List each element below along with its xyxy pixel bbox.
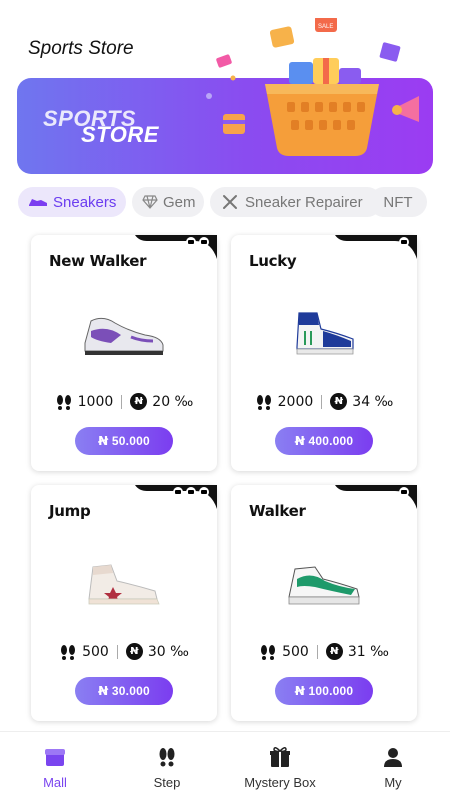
stats-divider: [316, 644, 318, 659]
buy-button[interactable]: Ꞥ 30.000: [75, 677, 173, 705]
product-stats: 1000 Ꞥ 20 ‰: [31, 393, 217, 410]
card-corner-badge: [335, 485, 417, 509]
gem-icon: [142, 193, 158, 211]
sneaker-image: [288, 566, 360, 605]
steps-value: 1000: [77, 393, 114, 410]
tab-gem-label: Gem: [163, 193, 196, 211]
attribute-icon: [186, 487, 196, 497]
tab-nft-label: NFT: [383, 193, 413, 211]
sale-tag: SALE: [318, 24, 333, 30]
tab-sneaker-repairer[interactable]: Sneaker Repairer: [210, 187, 382, 217]
footprints-icon: [255, 394, 273, 410]
sneaker-image: [296, 312, 354, 355]
product-card[interactable]: Lucky 2000 Ꞥ 34 ‰ Ꞥ 400.000: [231, 235, 417, 471]
product-stats: 2000 Ꞥ 34 ‰: [231, 393, 417, 410]
tab-gem[interactable]: Gem: [132, 187, 204, 217]
attribute-icon: [199, 487, 209, 497]
product-stats: 500 Ꞥ 30 ‰: [31, 643, 217, 660]
tab-mall-label: Mall: [43, 775, 67, 790]
attribute-icon: [173, 487, 183, 497]
card-corner-badge: [135, 485, 217, 509]
product-name: New Walker: [49, 252, 147, 270]
tools-icon: [220, 193, 240, 211]
shopping-basket-illustration: SALE: [206, 18, 419, 156]
tab-mall[interactable]: Mall: [10, 746, 100, 790]
product-name: Walker: [249, 502, 306, 520]
sneaker-image: [84, 317, 164, 355]
sneaker-image: [88, 564, 160, 605]
tab-my-label: My: [384, 775, 402, 790]
page-title: Sports Store: [28, 38, 134, 59]
footprints-icon: [55, 394, 73, 410]
tab-my[interactable]: My: [348, 746, 438, 790]
tab-mystery-box[interactable]: Mystery Box: [235, 746, 325, 790]
coin-icon: Ꞥ: [125, 643, 143, 660]
tab-sneakers[interactable]: Sneakers: [18, 187, 126, 217]
stats-divider: [121, 394, 123, 409]
tab-sneaker-repairer-label: Sneaker Repairer: [245, 193, 363, 211]
product-card[interactable]: Jump 500 Ꞥ 30 ‰ Ꞥ 30.000: [31, 485, 217, 721]
steps-value: 500: [282, 643, 309, 660]
product-stats: 500 Ꞥ 31 ‰: [231, 643, 417, 660]
category-tabs: Sneakers Gem Sneaker Repairer NFT: [18, 187, 438, 217]
store-banner[interactable]: SPORTS STORE SALE: [17, 18, 433, 174]
footprints-icon: [59, 644, 77, 660]
buy-button[interactable]: Ꞥ 100.000: [275, 677, 373, 705]
user-icon: [384, 748, 402, 767]
steps-value: 500: [82, 643, 109, 660]
banner-title: SPORTS STORE: [39, 108, 199, 152]
attribute-icon: [199, 237, 209, 247]
attribute-icon: [399, 237, 409, 247]
bottom-tab-bar: Mall Step Mystery Box My: [0, 731, 450, 800]
buy-button[interactable]: Ꞥ 50.000: [75, 427, 173, 455]
attribute-icon: [186, 237, 196, 247]
rate-value: 31 ‰: [347, 643, 389, 660]
gift-icon: [270, 747, 290, 767]
footprints-icon: [259, 644, 277, 660]
sneaker-icon: [28, 193, 48, 211]
product-card[interactable]: Walker 500 Ꞥ 31 ‰ Ꞥ 100.000: [231, 485, 417, 721]
buy-button[interactable]: Ꞥ 400.000: [275, 427, 373, 455]
attribute-icon: [399, 487, 409, 497]
rate-value: 20 ‰: [152, 393, 194, 410]
rate-value: 30 ‰: [147, 643, 189, 660]
product-card[interactable]: New Walker 1000 Ꞥ 20 ‰ Ꞥ 50.000: [31, 235, 217, 471]
tab-step-label: Step: [153, 775, 181, 790]
tab-sneakers-label: Sneakers: [53, 193, 117, 211]
stats-divider: [116, 644, 118, 659]
tab-nft[interactable]: NFT: [369, 187, 427, 217]
coin-icon: Ꞥ: [130, 393, 148, 410]
footprints-icon: [159, 748, 175, 767]
card-corner-badge: [135, 235, 217, 259]
tab-mystery-box-label: Mystery Box: [244, 775, 316, 790]
banner-line-2: STORE: [81, 122, 159, 147]
stats-divider: [321, 394, 323, 409]
tab-step[interactable]: Step: [122, 746, 212, 790]
steps-value: 2000: [277, 393, 314, 410]
mall-icon: [45, 749, 65, 766]
card-corner-badge: [335, 235, 417, 259]
product-name: Lucky: [249, 252, 297, 270]
product-name: Jump: [49, 502, 91, 520]
coin-icon: Ꞥ: [330, 393, 348, 410]
coin-icon: Ꞥ: [325, 643, 343, 660]
rate-value: 34 ‰: [352, 393, 394, 410]
